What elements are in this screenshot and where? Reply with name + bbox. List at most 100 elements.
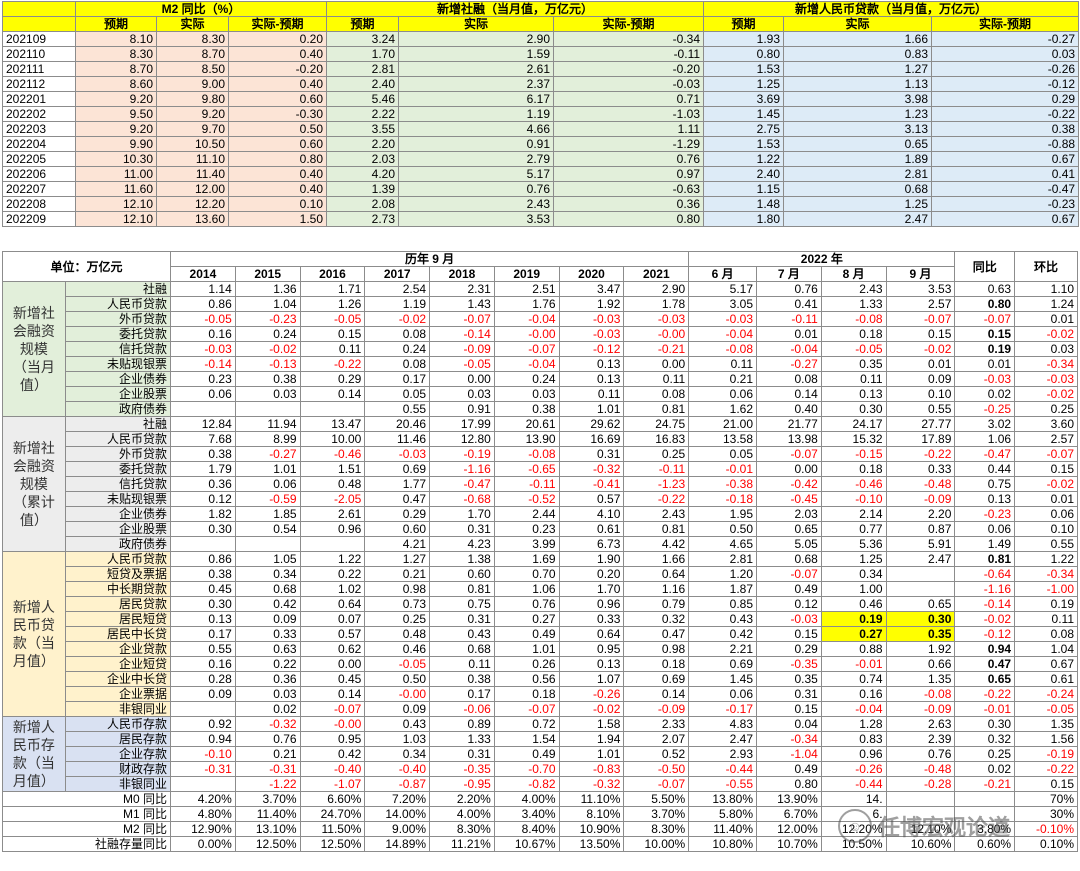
value-cell: 16.69 <box>558 431 625 447</box>
table-row: 202206 11.00 11.40 0.40 4.20 5.17 0.97 2.40 2.81… <box>2 166 1080 182</box>
value-cell: 0.38 <box>234 371 301 387</box>
table-row: 社融存量同比 0.00% 12.50% 12.50% 14.89% 11.21% 10.67… <box>1 836 1078 852</box>
value-cell: 0.76 <box>885 746 956 762</box>
value-cell: 0.65 <box>885 596 956 612</box>
value-cell: -0.01 <box>688 461 758 477</box>
value-cell: -0.02 <box>885 341 956 357</box>
value-cell: 0.91 <box>429 401 495 417</box>
value-cell: 2.79 <box>398 151 554 167</box>
subheader-cell: 预期 <box>326 16 399 32</box>
row-label: 非银同业 <box>64 701 172 717</box>
value-cell: -0.07 <box>429 311 495 327</box>
value-cell: 0.61 <box>1014 671 1078 687</box>
value-cell: 2.20 <box>885 506 956 522</box>
value-cell: 0.80 <box>552 211 705 227</box>
value-cell: 2.81 <box>688 551 758 567</box>
value-cell: 2.03 <box>756 506 822 522</box>
value-cell: 0.66 <box>885 656 956 672</box>
value-cell: 2.39 <box>885 731 956 747</box>
value-cell: 0.92 <box>170 716 236 732</box>
value-cell: 0.02 <box>954 761 1016 777</box>
value-cell: 0.55 <box>885 401 956 417</box>
table-row: 企业短贷 0.16 0.22 0.00 -0.05 0.11 0.26 0.13 0.18 0.6… <box>3 656 1078 672</box>
value-cell: 12.20 <box>156 196 229 212</box>
value-cell: 0.55 <box>364 401 431 417</box>
group-header-loans: 新增人民币贷款（当月值，万亿元） <box>703 1 1080 17</box>
value-cell: -0.88 <box>931 136 1080 152</box>
value-cell: 3.55 <box>326 121 399 137</box>
value-cell: 0.75 <box>954 476 1016 492</box>
value-cell: 1.10 <box>1014 281 1078 297</box>
corner-cell <box>2 1 76 17</box>
value-cell: 2.61 <box>398 61 554 77</box>
value-cell: 1.04 <box>1014 641 1078 657</box>
value-cell: -0.46 <box>820 476 887 492</box>
value-cell: 1.25 <box>783 196 933 212</box>
value-cell: 0.26 <box>493 656 560 672</box>
subheader-cell: 实际 <box>156 16 229 32</box>
value-cell: 1.06 <box>954 431 1016 447</box>
value-cell: 2.40 <box>703 166 785 182</box>
value-cell: 2.81 <box>783 166 933 182</box>
value-cell: -0.82 <box>493 776 560 792</box>
value-cell: 0.76 <box>493 596 560 612</box>
value-cell: 1.78 <box>623 296 690 312</box>
value-cell: 2.57 <box>885 296 956 312</box>
row-label: 信托贷款 <box>64 341 172 357</box>
value-cell: 2.37 <box>398 76 554 92</box>
value-cell: 0.25 <box>623 446 690 462</box>
value-cell: 2.51 <box>493 281 560 297</box>
value-cell: 0.19 <box>1014 596 1078 612</box>
value-cell: 0.00 <box>429 371 495 387</box>
value-cell: 0.21 <box>234 746 301 762</box>
value-cell: 0.65 <box>954 671 1016 687</box>
value-cell: 13.58 <box>688 431 758 447</box>
value-cell: 8.30% <box>429 821 495 837</box>
period-cell: 202205 <box>2 151 76 167</box>
table-row: 202111 8.70 8.50 -0.20 2.81 2.61 -0.20 1.53 1.27… <box>2 61 1080 77</box>
value-cell: 21.77 <box>756 416 822 432</box>
value-cell: 3.60 <box>1014 416 1078 432</box>
table-row: 信托贷款 -0.03 -0.02 0.11 0.24 -0.09 -0.07 -0.12 -0.… <box>3 341 1078 357</box>
value-cell: 10.50% <box>820 836 887 852</box>
value-cell: -0.07 <box>493 701 560 717</box>
value-cell: 0.61 <box>558 521 625 537</box>
value-cell: 0.10% <box>1014 836 1078 852</box>
value-cell: 0.42 <box>234 596 301 612</box>
value-cell: 13.50% <box>558 836 625 852</box>
value-cell: 1.27 <box>783 61 933 77</box>
value-cell: 0.94 <box>954 641 1016 657</box>
value-cell: -0.23 <box>931 196 1080 212</box>
row-label: 企业中长贷 <box>64 671 172 687</box>
value-cell <box>234 536 301 552</box>
table-row: 202207 11.60 12.00 0.40 1.39 0.76 -0.63 1.15 0.6… <box>2 181 1080 197</box>
value-cell: 0.34 <box>820 566 887 582</box>
value-cell: 0.45 <box>299 671 366 687</box>
value-cell: 0.11 <box>299 341 366 357</box>
row-label: 人民币贷款 <box>64 296 172 312</box>
value-cell: 12.80 <box>429 431 495 447</box>
value-cell: 0.31 <box>429 746 495 762</box>
value-cell: 0.38 <box>170 566 236 582</box>
table-row: 企业债券 0.23 0.38 0.29 0.17 0.00 0.24 0.13 0.11 0.21… <box>3 371 1078 387</box>
period-cell: 202112 <box>2 76 76 92</box>
value-cell: -0.20 <box>552 61 705 77</box>
value-cell: 0.01 <box>1014 491 1078 507</box>
value-cell: -0.45 <box>756 491 822 507</box>
subheader-cell: 实际-预期 <box>228 16 327 32</box>
value-cell: 0.06 <box>954 521 1016 537</box>
table-row: 政府债券 0.55 0.91 0.38 1.01 0.81 1.62 0.40 0.30 0.55… <box>3 401 1078 417</box>
value-cell: 0.40 <box>228 166 327 182</box>
value-cell: -0.65 <box>493 461 560 477</box>
value-cell: 0.25 <box>1014 401 1078 417</box>
value-cell: 0.43 <box>688 611 758 627</box>
value-cell: 1.70 <box>429 506 495 522</box>
value-cell: 0.60 <box>228 91 327 107</box>
value-cell: 0.17 <box>364 371 431 387</box>
value-cell: 0.41 <box>931 166 1080 182</box>
value-cell: 2.20% <box>429 791 495 807</box>
value-cell: 1.39 <box>326 181 399 197</box>
value-cell: 2.08 <box>326 196 399 212</box>
value-cell: 0.47 <box>623 626 690 642</box>
value-cell: -0.23 <box>954 506 1016 522</box>
